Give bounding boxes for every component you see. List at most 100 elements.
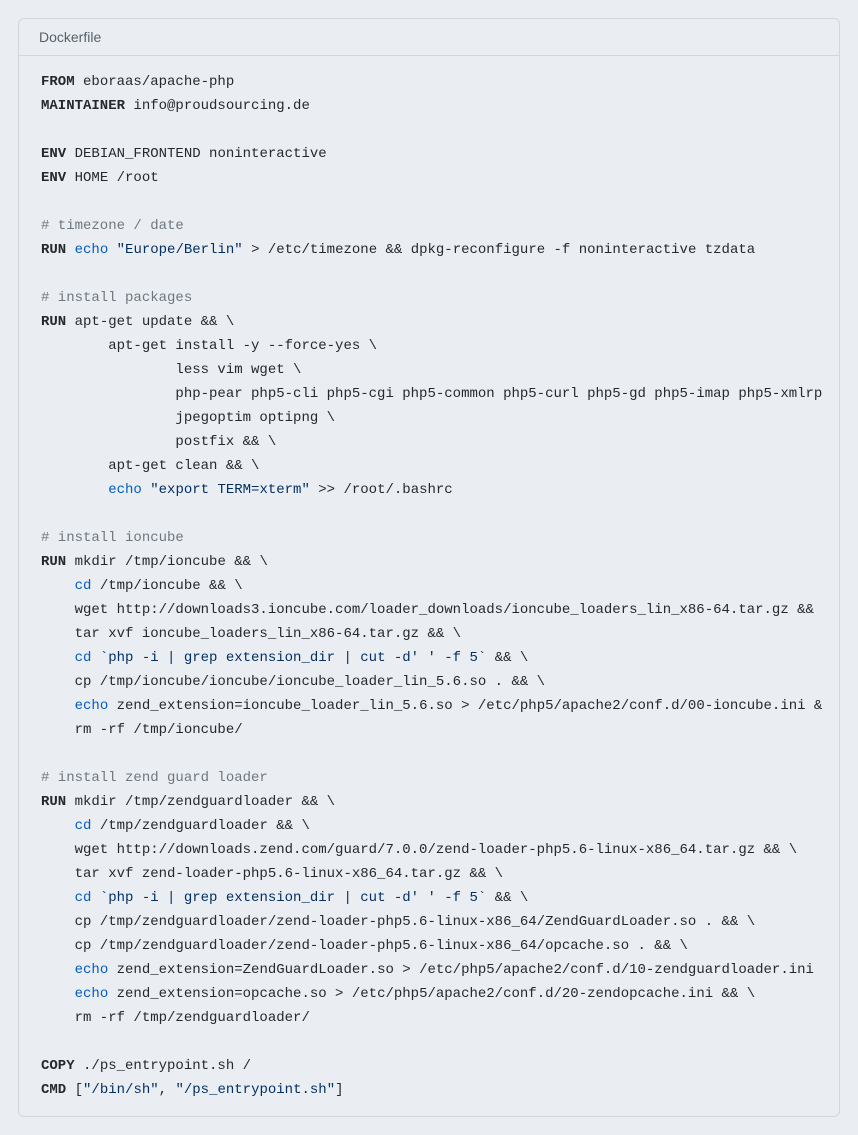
code-token: , <box>159 1082 176 1098</box>
code-token: cp /tmp/zendguardloader/zend-loader-php5… <box>41 914 755 930</box>
code-token: # install zend guard loader <box>41 770 268 786</box>
code-token: tar xvf ioncube_loaders_lin_x86-64.tar.g… <box>41 626 461 642</box>
code-line: RUN mkdir /tmp/ioncube && \ <box>23 550 839 574</box>
code-token: RUN <box>41 794 66 810</box>
code-body[interactable]: FROM eboraas/apache-phpMAINTAINER info@p… <box>19 56 839 1116</box>
code-line: cd /tmp/zendguardloader && \ <box>23 814 839 838</box>
code-line: apt-get clean && \ <box>23 454 839 478</box>
code-line: echo zend_extension=ZendGuardLoader.so >… <box>23 958 839 982</box>
code-line: # timezone / date <box>23 214 839 238</box>
code-token: apt-get install -y --force-yes \ <box>41 338 377 354</box>
code-token: /tmp/ioncube && \ <box>91 578 242 594</box>
code-token: eboraas/apache-php <box>75 74 235 90</box>
code-line: cp /tmp/ioncube/ioncube/ioncube_loader_l… <box>23 670 839 694</box>
code-token <box>91 890 99 906</box>
code-line: # install ioncube <box>23 526 839 550</box>
code-line: rm -rf /tmp/ioncube/ <box>23 718 839 742</box>
code-token: zend_extension=ioncube_loader_lin_5.6.so… <box>108 698 822 714</box>
code-token: cd <box>75 818 92 834</box>
code-token: FROM <box>41 74 75 90</box>
code-token <box>41 962 75 978</box>
code-line: MAINTAINER info@proudsourcing.de <box>23 94 839 118</box>
code-token: CMD <box>41 1082 66 1098</box>
code-token: echo <box>108 482 142 498</box>
code-token <box>41 578 75 594</box>
code-token <box>41 986 75 1002</box>
code-token: COPY <box>41 1058 75 1074</box>
code-line: php-pear php5-cli php5-cgi php5-common p… <box>23 382 839 406</box>
code-line: COPY ./ps_entrypoint.sh / <box>23 1054 839 1078</box>
code-line: wget http://downloads.zend.com/guard/7.0… <box>23 838 839 862</box>
code-token: DEBIAN_FRONTEND noninteractive <box>66 146 326 162</box>
code-token: info@proudsourcing.de <box>125 98 310 114</box>
code-token <box>108 242 116 258</box>
code-token <box>66 242 74 258</box>
code-line: RUN mkdir /tmp/zendguardloader && \ <box>23 790 839 814</box>
code-token: rm -rf /tmp/zendguardloader/ <box>41 1010 310 1026</box>
code-line <box>23 190 839 214</box>
code-token: "/ps_entrypoint.sh" <box>175 1082 335 1098</box>
code-token: >> /root/.bashrc <box>310 482 453 498</box>
code-token: zend_extension=ZendGuardLoader.so > /etc… <box>108 962 814 978</box>
code-token: ENV <box>41 170 66 186</box>
code-token: "/bin/sh" <box>83 1082 159 1098</box>
code-line: # install packages <box>23 286 839 310</box>
code-token <box>41 890 75 906</box>
code-token: HOME /root <box>66 170 158 186</box>
code-token <box>41 698 75 714</box>
code-line: apt-get install -y --force-yes \ <box>23 334 839 358</box>
code-line: RUN apt-get update && \ <box>23 310 839 334</box>
code-line: echo zend_extension=ioncube_loader_lin_5… <box>23 694 839 718</box>
code-token: less vim wget \ <box>41 362 301 378</box>
code-line <box>23 262 839 286</box>
code-token: tar xvf zend-loader-php5.6-linux-x86_64.… <box>41 866 503 882</box>
code-token: rm -rf /tmp/ioncube/ <box>41 722 243 738</box>
code-line: echo zend_extension=opcache.so > /etc/ph… <box>23 982 839 1006</box>
code-token: RUN <box>41 242 66 258</box>
code-line: less vim wget \ <box>23 358 839 382</box>
code-token: && \ <box>486 890 528 906</box>
panel-title: Dockerfile <box>19 19 839 56</box>
code-token <box>41 818 75 834</box>
code-token: mkdir /tmp/ioncube && \ <box>66 554 268 570</box>
code-token: [ <box>66 1082 83 1098</box>
code-token: `php -i | grep extension_dir | cut -d' '… <box>100 890 486 906</box>
code-token: postfix && \ <box>41 434 276 450</box>
code-line <box>23 1030 839 1054</box>
code-token: cd <box>75 650 92 666</box>
code-line: # install zend guard loader <box>23 766 839 790</box>
code-token <box>142 482 150 498</box>
code-token: /tmp/zendguardloader && \ <box>91 818 309 834</box>
code-line <box>23 502 839 526</box>
code-line: wget http://downloads3.ioncube.com/loade… <box>23 598 839 622</box>
code-token: php-pear php5-cli php5-cgi php5-common p… <box>41 386 822 402</box>
code-token: "export TERM=xterm" <box>150 482 310 498</box>
code-token: echo <box>75 986 109 1002</box>
code-line: rm -rf /tmp/zendguardloader/ <box>23 1006 839 1030</box>
code-line <box>23 118 839 142</box>
code-token: echo <box>75 698 109 714</box>
code-line: cd `php -i | grep extension_dir | cut -d… <box>23 886 839 910</box>
code-token: "Europe/Berlin" <box>117 242 243 258</box>
code-line: ENV DEBIAN_FRONTEND noninteractive <box>23 142 839 166</box>
code-token: RUN <box>41 554 66 570</box>
code-line: postfix && \ <box>23 430 839 454</box>
code-line: FROM eboraas/apache-php <box>23 70 839 94</box>
code-line: RUN echo "Europe/Berlin" > /etc/timezone… <box>23 238 839 262</box>
code-token: echo <box>75 242 109 258</box>
code-token: wget http://downloads3.ioncube.com/loade… <box>41 602 814 618</box>
code-token: ENV <box>41 146 66 162</box>
code-token: cp /tmp/ioncube/ioncube/ioncube_loader_l… <box>41 674 545 690</box>
code-token: cd <box>75 890 92 906</box>
code-token: mkdir /tmp/zendguardloader && \ <box>66 794 335 810</box>
code-token: # install packages <box>41 290 192 306</box>
code-line: CMD ["/bin/sh", "/ps_entrypoint.sh"] <box>23 1078 839 1102</box>
code-token: cp /tmp/zendguardloader/zend-loader-php5… <box>41 938 688 954</box>
code-token: apt-get clean && \ <box>41 458 259 474</box>
code-token: > /etc/timezone && dpkg-reconfigure -f n… <box>243 242 755 258</box>
code-line: cd /tmp/ioncube && \ <box>23 574 839 598</box>
code-line: ENV HOME /root <box>23 166 839 190</box>
code-token <box>41 482 108 498</box>
code-token: # timezone / date <box>41 218 184 234</box>
code-line <box>23 742 839 766</box>
